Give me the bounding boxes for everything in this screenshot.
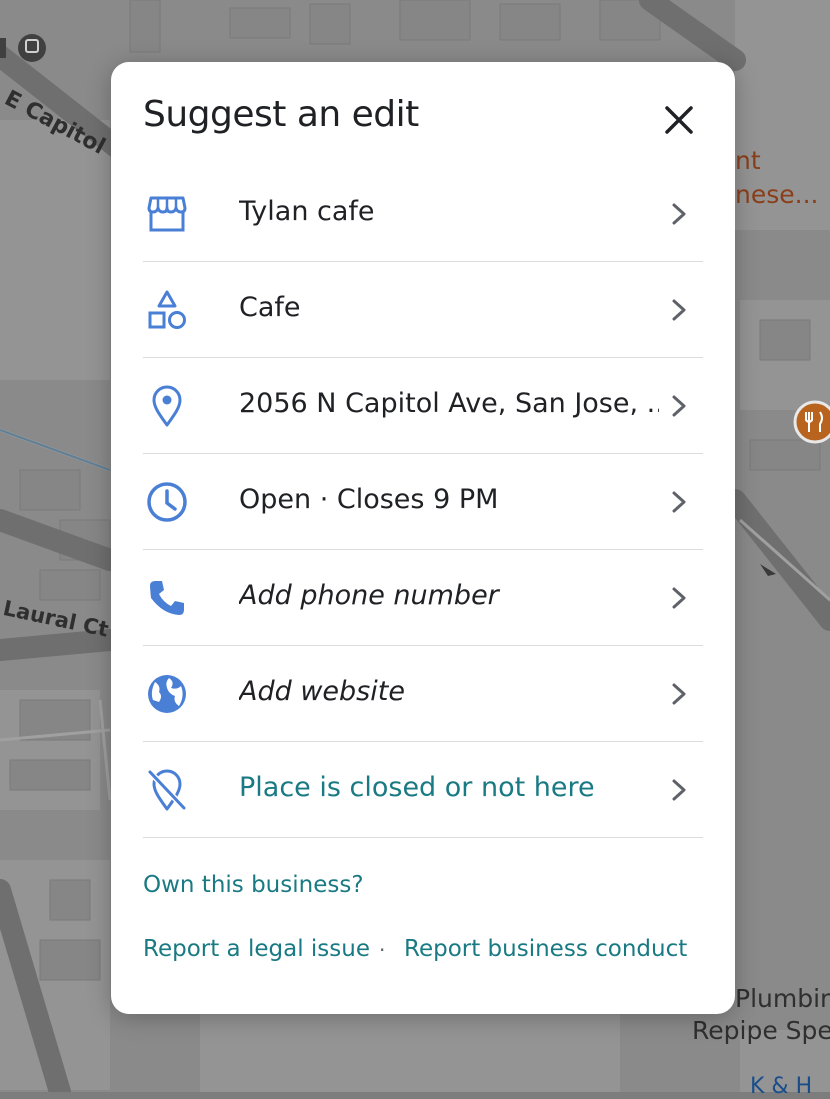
globe-icon [143, 670, 191, 718]
chevron-right-icon [663, 198, 695, 230]
edit-row-website[interactable]: Add website [143, 646, 703, 742]
row-label-category: Cafe [239, 292, 301, 323]
edit-row-phone[interactable]: Add phone number [143, 550, 703, 646]
row-label-address: 2056 N Capitol Ave, San Jose, ... [239, 388, 659, 419]
fork-knife-icon[interactable] [793, 400, 830, 444]
storefront-icon [143, 190, 191, 238]
row-label-phone: Add phone number [239, 580, 499, 611]
edit-options-list: Tylan cafe Cafe 2056 N Capitol Ave, San … [143, 166, 703, 838]
poi-label-partial-2[interactable]: nese... [735, 180, 818, 209]
chevron-right-icon [663, 582, 695, 614]
poi-label-plumbing-1[interactable]: Plumbin [735, 984, 830, 1013]
suggest-edit-dialog: Suggest an edit Tylan cafe Cafe 2056 N C… [111, 62, 735, 1014]
link-separator: · [379, 938, 386, 962]
edit-row-hours[interactable]: Open · Closes 9 PM [143, 454, 703, 550]
poi-label-plumbing-2[interactable]: Repipe Spe [692, 1016, 830, 1045]
location-off-icon [143, 766, 191, 814]
phone-icon [143, 574, 191, 622]
poi-label-partial-1[interactable]: nt [735, 146, 761, 175]
edit-row-name[interactable]: Tylan cafe [143, 166, 703, 262]
category-shapes-icon [143, 286, 191, 334]
own-business-link[interactable]: Own this business? [143, 872, 364, 898]
report-business-conduct-link[interactable]: Report business conduct [404, 936, 687, 962]
row-label-name: Tylan cafe [239, 196, 375, 227]
close-button[interactable] [655, 96, 703, 144]
row-label-closed: Place is closed or not here [239, 772, 595, 803]
edit-row-address[interactable]: 2056 N Capitol Ave, San Jose, ... [143, 358, 703, 454]
clock-icon [143, 478, 191, 526]
chevron-right-icon [663, 390, 695, 422]
location-pin-icon [143, 382, 191, 430]
poi-label-partial-bottom[interactable]: K & H [750, 1074, 812, 1099]
row-label-website: Add website [239, 676, 405, 707]
row-label-hours: Open · Closes 9 PM [239, 484, 499, 515]
close-icon [665, 106, 693, 134]
chevron-right-icon [663, 294, 695, 326]
dialog-title: Suggest an edit [143, 94, 419, 135]
chevron-right-icon [663, 774, 695, 806]
edit-row-category[interactable]: Cafe [143, 262, 703, 358]
report-legal-issue-link[interactable]: Report a legal issue [143, 936, 370, 962]
chevron-right-icon [663, 486, 695, 518]
edit-row-closed[interactable]: Place is closed or not here [143, 742, 703, 838]
chevron-right-icon [663, 678, 695, 710]
